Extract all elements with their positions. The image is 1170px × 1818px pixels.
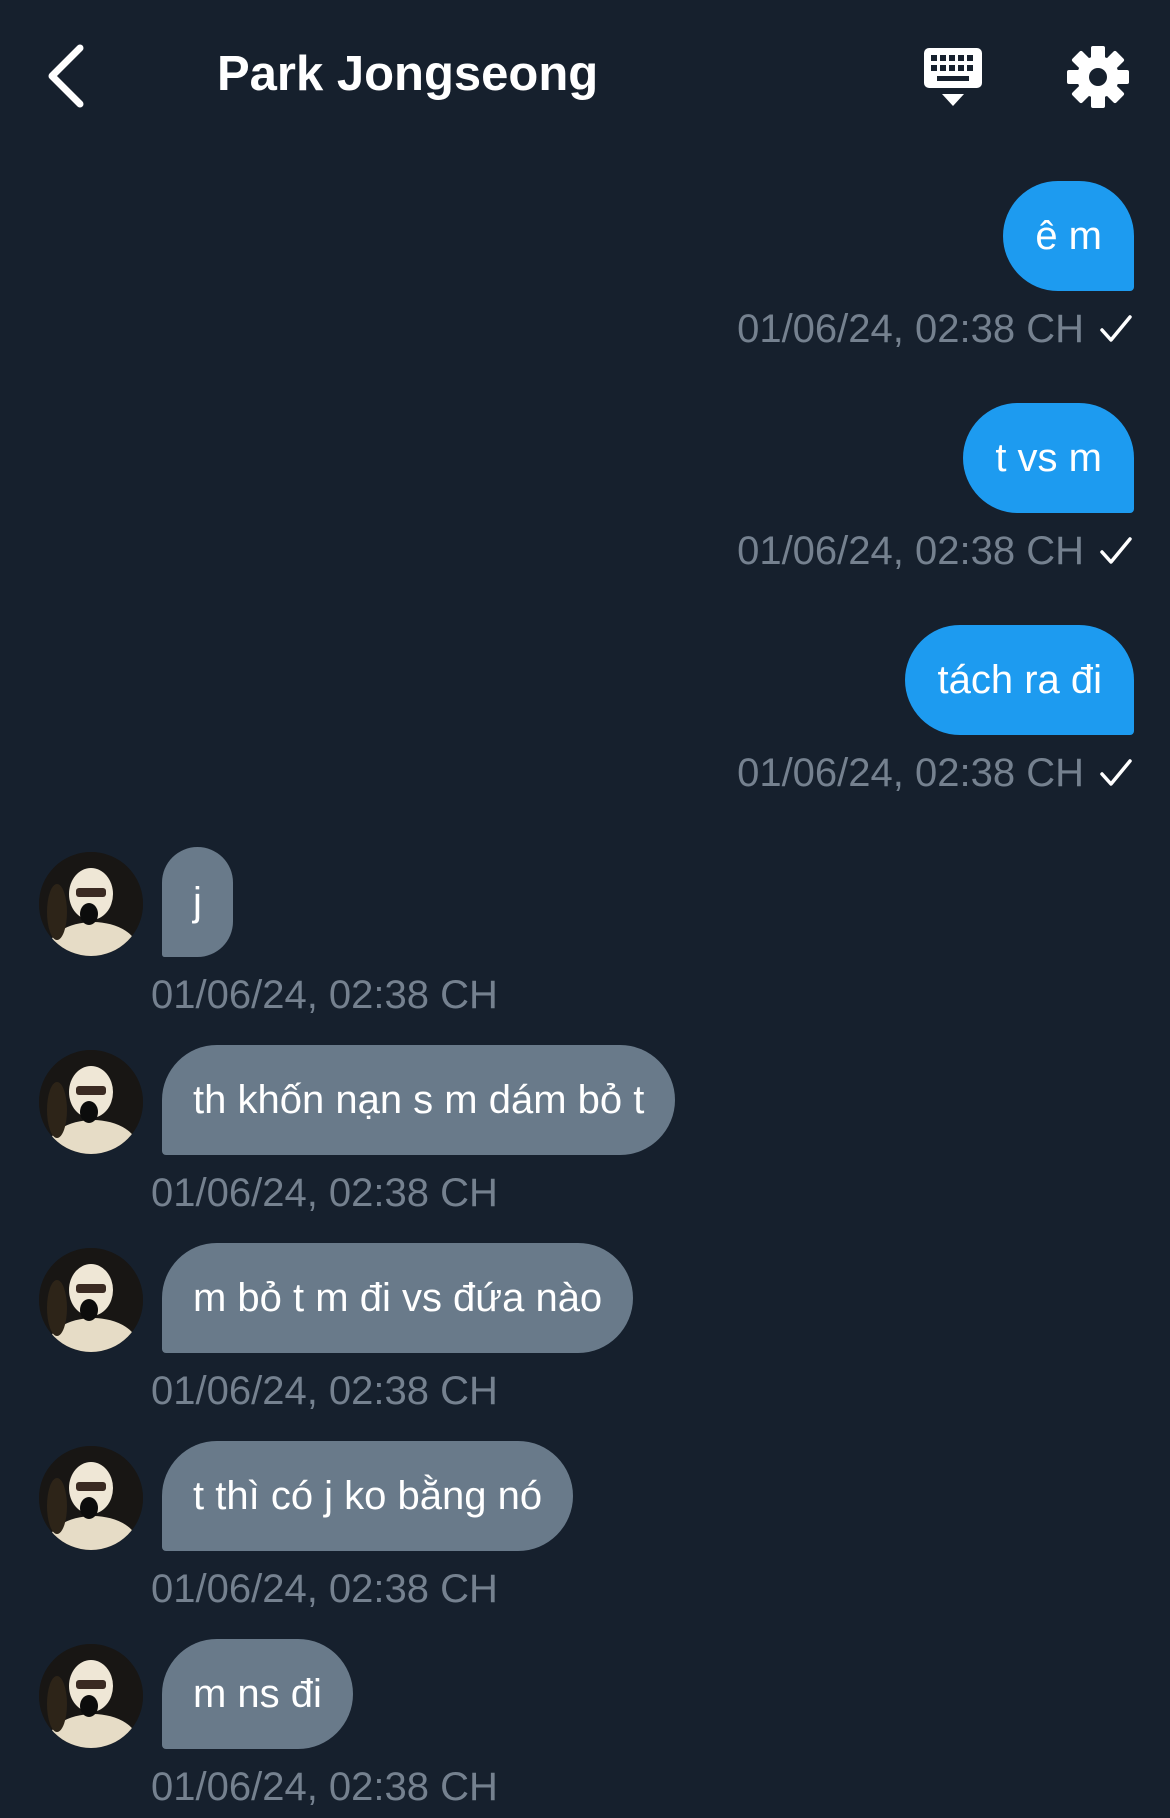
outgoing-message-bubble[interactable]: ê m [1003, 181, 1134, 291]
avatar-image [39, 852, 143, 956]
avatar-image [39, 1248, 143, 1352]
message-timestamp: 01/06/24, 02:38 CH [151, 1765, 498, 1809]
message-meta: 01/06/24, 02:38 CH [737, 527, 1134, 575]
checkmark-icon [1100, 759, 1132, 786]
incoming-message-bubble[interactable]: t thì có j ko bằng nó [162, 1441, 574, 1551]
message-text: t vs m [995, 435, 1102, 480]
incoming-message-bubble[interactable]: m bỏ t m đi vs đứa nào [162, 1243, 634, 1353]
avatar-image [39, 1050, 143, 1154]
message-timestamp: 01/06/24, 02:38 CH [151, 1171, 498, 1215]
message-timestamp: 01/06/24, 02:38 CH [737, 751, 1084, 795]
message-meta: 01/06/24, 02:38 CH [737, 749, 1134, 797]
message-timestamp: 01/06/24, 02:38 CH [737, 529, 1084, 573]
checkmark-icon [1100, 315, 1132, 342]
avatar[interactable] [39, 1050, 143, 1154]
incoming-message-bubble[interactable]: th khốn nạn s m dám bỏ t [162, 1045, 676, 1155]
message-meta: 01/06/24, 02:38 CH [737, 305, 1134, 353]
message-timestamp: 01/06/24, 02:38 CH [151, 1369, 498, 1413]
outgoing-message-bubble[interactable]: tách ra đi [905, 625, 1134, 735]
outgoing-message-bubble[interactable]: t vs m [963, 403, 1134, 513]
avatar-image [39, 1446, 143, 1550]
avatar-image [39, 1644, 143, 1748]
message-text: j [193, 879, 202, 924]
avatar[interactable] [39, 1248, 143, 1352]
message-text: th khốn nạn s m dám bỏ t [193, 1077, 645, 1122]
message-text: tách ra đi [937, 657, 1102, 702]
message-timestamp: 01/06/24, 02:38 CH [151, 973, 498, 1017]
incoming-message-bubble[interactable]: j [162, 847, 233, 957]
message-text: m ns đi [193, 1671, 322, 1716]
incoming-message-bubble[interactable]: m ns đi [162, 1639, 353, 1749]
message-list[interactable]: ê m 01/06/24, 02:38 CH t vs m 01/06/24, … [0, 0, 1170, 1818]
message-text: m bỏ t m đi vs đứa nào [193, 1275, 603, 1320]
avatar[interactable] [39, 1644, 143, 1748]
message-timestamp: 01/06/24, 02:38 CH [737, 307, 1084, 351]
avatar[interactable] [39, 1446, 143, 1550]
checkmark-icon [1100, 537, 1132, 564]
avatar[interactable] [39, 852, 143, 956]
message-text: t thì có j ko bằng nó [193, 1473, 543, 1518]
message-timestamp: 01/06/24, 02:38 CH [151, 1567, 498, 1611]
message-text: ê m [1035, 213, 1102, 258]
